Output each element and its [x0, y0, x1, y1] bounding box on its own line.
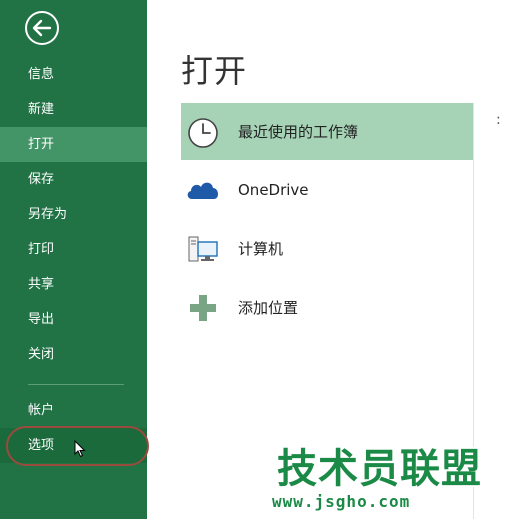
sidebar-item-open[interactable]: 打开	[0, 127, 147, 162]
sidebar-divider	[28, 384, 124, 385]
sidebar-item-save[interactable]: 保存	[0, 162, 147, 197]
location-recent-workbooks[interactable]: 最近使用的工作簿	[181, 103, 473, 160]
sidebar-nav: 信息 新建 打开 保存 另存为 打印 共享 导出 关闭	[0, 57, 147, 372]
sidebar-item-account[interactable]: 帐户	[0, 393, 147, 428]
sidebar-item-info[interactable]: 信息	[0, 57, 147, 92]
backstage-sidebar: 信息 新建 打开 保存 另存为 打印 共享 导出 关闭 帐户 选项	[0, 0, 149, 519]
panel-edge-mark: :	[496, 112, 501, 128]
location-label: OneDrive	[238, 180, 309, 199]
back-button[interactable]	[24, 10, 60, 46]
clock-icon	[188, 118, 218, 148]
sidebar-item-export[interactable]: 导出	[0, 302, 147, 337]
cloud-icon	[187, 182, 219, 199]
watermark-url: www.jsgho.com	[272, 492, 411, 511]
location-onedrive[interactable]: OneDrive	[181, 160, 473, 219]
location-add-place[interactable]: 添加位置	[181, 278, 473, 337]
location-computer[interactable]: 计算机	[181, 219, 473, 278]
sidebar-item-save-as[interactable]: 另存为	[0, 197, 147, 232]
location-label: 添加位置	[238, 299, 299, 317]
sidebar-item-print[interactable]: 打印	[0, 232, 147, 267]
watermark-title: 技术员联盟	[277, 446, 482, 492]
plus-icon	[190, 295, 216, 321]
location-label: 计算机	[238, 240, 284, 258]
mouse-cursor-icon	[74, 440, 86, 458]
sidebar-item-close[interactable]: 关闭	[0, 337, 147, 372]
location-label: 最近使用的工作簿	[238, 123, 359, 141]
sidebar-item-new[interactable]: 新建	[0, 92, 147, 127]
computer-icon	[188, 236, 218, 262]
open-locations-list: 最近使用的工作簿 OneDrive 计算机 添加位置	[181, 103, 473, 337]
back-arrow-icon	[25, 11, 59, 45]
sidebar-item-share[interactable]: 共享	[0, 267, 147, 302]
page-title: 打开	[181, 52, 248, 90]
